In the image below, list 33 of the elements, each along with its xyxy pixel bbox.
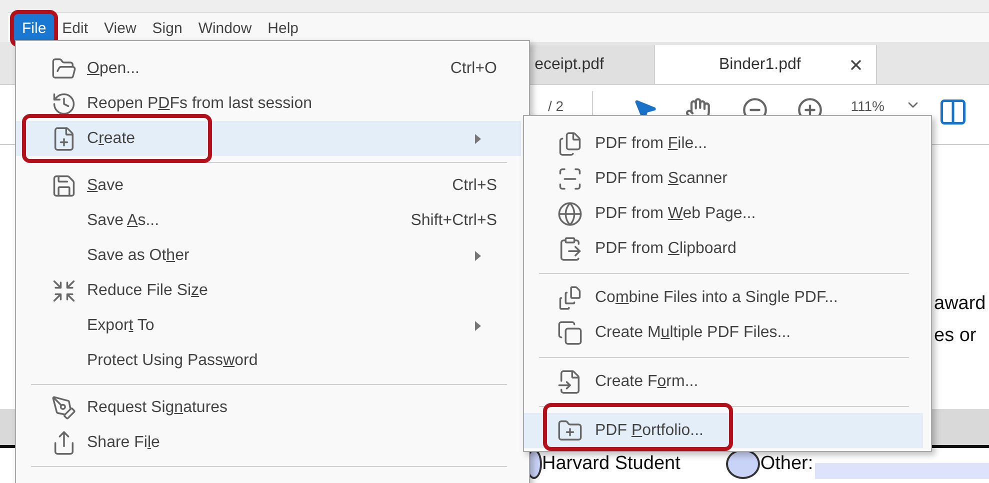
menu-bar-item[interactable]: Help xyxy=(260,14,307,42)
menu-item[interactable]: Create Form... xyxy=(524,364,923,399)
menu-item[interactable]: PDF from Web Page... xyxy=(524,196,923,231)
menu-item[interactable]: PDF from Clipboard xyxy=(524,231,923,266)
menu-item[interactable]: Export To xyxy=(16,308,521,343)
menu-item[interactable]: Create xyxy=(16,121,521,156)
menu-item[interactable]: PDF from File... xyxy=(524,126,923,161)
page-count: / 2 xyxy=(548,97,564,115)
menu-bar-item[interactable]: Sign xyxy=(144,14,190,42)
menu-item[interactable]: Save as Other xyxy=(16,238,521,273)
document-tab[interactable]: Binder1.pdf xyxy=(655,45,877,84)
document-text: award xyxy=(934,293,987,315)
menu-item[interactable]: Reduce File Size xyxy=(16,273,521,308)
shortcut-label: Ctrl+S xyxy=(452,176,497,194)
menu-item[interactable]: Save Ctrl+S xyxy=(16,168,521,203)
menu-item[interactable]: Reopen PDFs from last session xyxy=(16,86,521,121)
menu-item[interactable]: Share File xyxy=(16,425,521,460)
menu-bar-item[interactable]: Window xyxy=(190,14,260,42)
menu-bar-item[interactable]: Edit xyxy=(54,14,96,42)
menu-item[interactable]: Protect Using Password xyxy=(16,343,521,378)
zoom-level[interactable]: 111% xyxy=(850,97,884,115)
menu-item[interactable]: PDF Portfolio... xyxy=(524,413,923,448)
document-text: es or xyxy=(934,325,978,347)
radio-label: Harvard Student xyxy=(542,453,680,475)
menu-bar-item[interactable]: File xyxy=(14,14,54,42)
menu-item[interactable]: Save As... Shift+Ctrl+S xyxy=(16,203,521,238)
shortcut-label: Shift+Ctrl+S xyxy=(410,212,497,230)
menu-item[interactable]: Combine Files into a Single PDF... xyxy=(524,280,923,315)
menu-bar-item[interactable]: View xyxy=(96,14,144,42)
radio-label: Other: xyxy=(760,453,814,475)
menu-item[interactable]: Create Multiple PDF Files... xyxy=(524,315,923,350)
menu-item[interactable]: Request Signatures xyxy=(16,390,521,425)
menu-item[interactable]: PDF from Scanner xyxy=(524,161,923,196)
